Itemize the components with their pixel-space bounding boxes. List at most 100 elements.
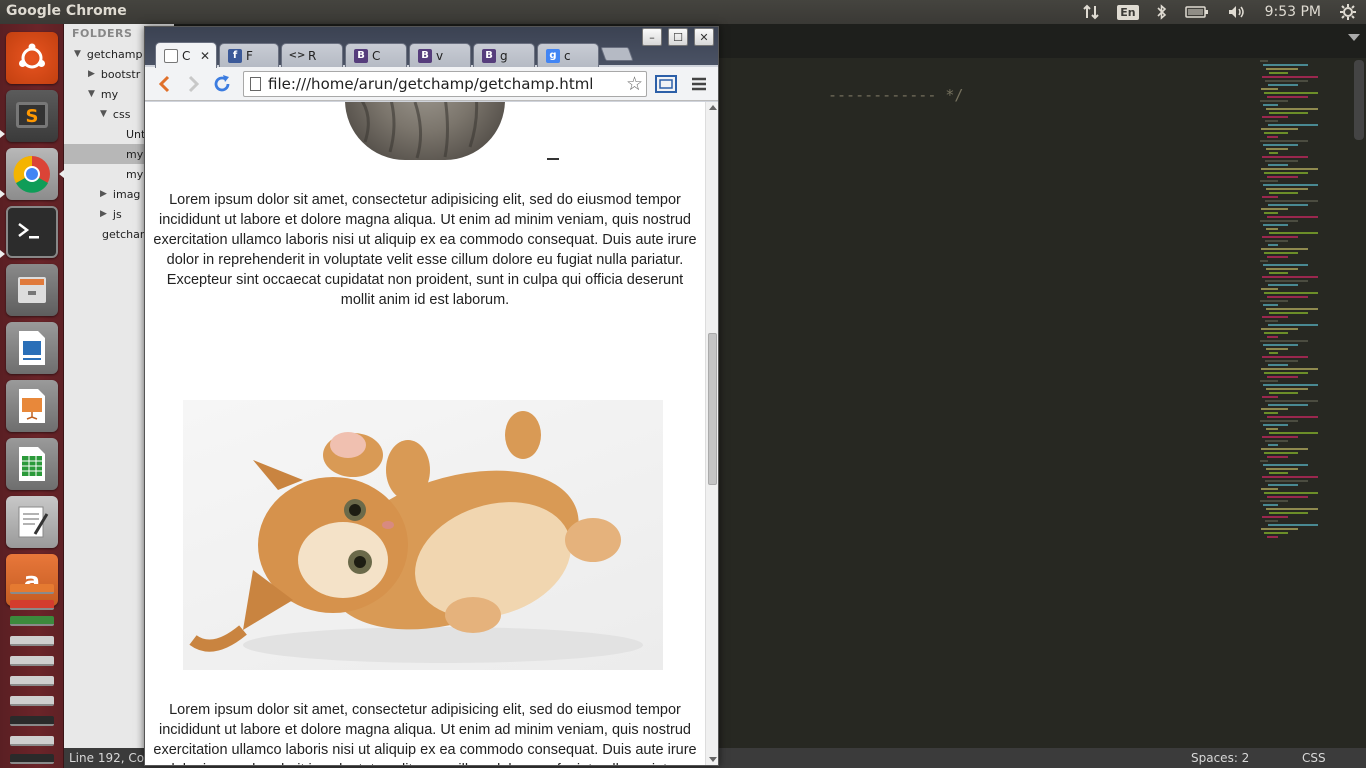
bluetooth-icon[interactable] bbox=[1157, 4, 1167, 20]
minimap-line bbox=[1269, 392, 1298, 394]
tree-file[interactable]: my bbox=[126, 164, 143, 184]
terminal-icon[interactable] bbox=[6, 206, 58, 258]
launcher-stacked-item[interactable] bbox=[10, 754, 54, 764]
tree-file[interactable]: getchar bbox=[102, 224, 144, 244]
scrollbar-thumb[interactable] bbox=[708, 333, 717, 485]
editor-scrollbar[interactable] bbox=[1354, 60, 1364, 140]
bookmark-star-icon[interactable]: ☆ bbox=[626, 73, 643, 95]
minimap-line bbox=[1262, 76, 1318, 78]
scroll-down-icon[interactable] bbox=[709, 757, 717, 762]
minimize-button[interactable]: – bbox=[642, 28, 662, 46]
ubuntu-dash-icon[interactable] bbox=[6, 32, 58, 84]
tree-folder[interactable]: ▶ bootstr bbox=[88, 64, 140, 84]
clock[interactable]: 9:53 PM bbox=[1265, 4, 1321, 20]
tree-folder[interactable]: ▼ css bbox=[100, 104, 130, 124]
back-arrow-icon[interactable] bbox=[153, 73, 175, 95]
tab-active[interactable]: C ✕ bbox=[155, 42, 217, 68]
minimap-line bbox=[1260, 500, 1288, 502]
tab[interactable]: B g bbox=[473, 43, 535, 67]
chrome-icon[interactable] bbox=[6, 148, 58, 200]
text-editor-icon[interactable] bbox=[6, 496, 58, 548]
launcher-stacked-item[interactable] bbox=[10, 584, 54, 594]
launcher-stacked-item[interactable] bbox=[10, 636, 54, 646]
minimap-line bbox=[1263, 384, 1318, 386]
scroll-up-icon[interactable] bbox=[709, 105, 717, 110]
launcher-stacked-item[interactable] bbox=[10, 716, 54, 726]
minimap-line bbox=[1269, 272, 1288, 274]
minimap-line bbox=[1264, 132, 1288, 134]
status-indentation[interactable]: Spaces: 2 bbox=[1191, 751, 1249, 765]
page-scrollbar[interactable] bbox=[705, 102, 718, 765]
minimap-line bbox=[1267, 296, 1308, 298]
tree-folder[interactable]: ▼ getchamp bbox=[74, 44, 142, 64]
minimap-line bbox=[1266, 108, 1318, 110]
sublime-text-icon[interactable]: S bbox=[6, 90, 58, 142]
grey-cat-photo bbox=[345, 102, 505, 160]
reload-icon[interactable] bbox=[211, 73, 233, 95]
file-manager-icon[interactable] bbox=[6, 264, 58, 316]
launcher-stacked-item[interactable] bbox=[10, 656, 54, 666]
settings-gear-icon[interactable] bbox=[1339, 3, 1357, 21]
tab[interactable]: g c bbox=[537, 43, 599, 67]
minimap-line bbox=[1265, 320, 1278, 322]
fullscreen-icon[interactable] bbox=[655, 73, 677, 95]
tab[interactable]: B C bbox=[345, 43, 407, 67]
minimap-line bbox=[1261, 288, 1278, 290]
tab-dropdown-icon[interactable] bbox=[1348, 34, 1360, 41]
tree-label: getchamp bbox=[86, 47, 143, 61]
minimap-line bbox=[1269, 352, 1278, 354]
libreoffice-impress-icon[interactable] bbox=[6, 380, 58, 432]
page-viewport[interactable]: Lorem ipsum dolor sit amet, consectetur … bbox=[145, 102, 705, 765]
minimap-line bbox=[1263, 344, 1298, 346]
indicator-area: En 9:53 PM bbox=[1074, 0, 1366, 24]
launcher-stacked-item[interactable] bbox=[10, 616, 54, 626]
minimap-line bbox=[1266, 388, 1308, 390]
close-tab-icon[interactable]: ✕ bbox=[200, 49, 210, 63]
battery-icon[interactable] bbox=[1184, 5, 1209, 19]
running-indicator bbox=[0, 250, 5, 258]
maximize-button[interactable]: ☐ bbox=[668, 28, 688, 46]
launcher-stacked-item[interactable] bbox=[10, 696, 54, 706]
minimap-line bbox=[1267, 216, 1318, 218]
minimap-line bbox=[1262, 436, 1298, 438]
tab-label: g bbox=[500, 48, 508, 63]
minimap[interactable] bbox=[1260, 60, 1340, 560]
minimap-line bbox=[1267, 96, 1308, 98]
tab[interactable]: B v bbox=[409, 43, 471, 67]
tree-folder[interactable]: ▼ my bbox=[88, 84, 118, 104]
tree-file[interactable]: Unt bbox=[126, 124, 145, 144]
code-icon: <> bbox=[288, 50, 306, 61]
libreoffice-writer-icon[interactable] bbox=[6, 322, 58, 374]
bootstrap-icon: B bbox=[354, 48, 368, 63]
minimap-line bbox=[1260, 300, 1288, 302]
tree-label: getchar bbox=[102, 227, 145, 241]
address-bar[interactable]: file:///home/arun/getchamp/getchamp.html… bbox=[243, 71, 647, 97]
launcher-stacked-item[interactable] bbox=[10, 676, 54, 686]
status-syntax[interactable]: CSS bbox=[1302, 751, 1326, 765]
expanded-arrow-icon: ▼ bbox=[74, 49, 81, 59]
google-icon: g bbox=[546, 48, 560, 63]
tab[interactable]: <> R bbox=[281, 43, 343, 67]
orange-kitten-photo bbox=[183, 400, 663, 670]
software-center-icon[interactable]: a bbox=[6, 554, 58, 606]
forward-arrow-icon[interactable] bbox=[183, 73, 205, 95]
tab[interactable]: f F bbox=[219, 43, 279, 67]
new-tab-button[interactable] bbox=[600, 47, 634, 61]
expanded-arrow-icon: ▼ bbox=[100, 109, 107, 119]
launcher-stacked-item[interactable] bbox=[10, 736, 54, 746]
menu-hamburger-icon[interactable] bbox=[688, 73, 710, 95]
volume-icon[interactable] bbox=[1227, 4, 1247, 20]
svg-text:S: S bbox=[26, 106, 39, 127]
minimap-line bbox=[1266, 348, 1288, 350]
tree-folder[interactable]: ▶ js bbox=[100, 204, 122, 224]
keyboard-language-indicator[interactable]: En bbox=[1117, 4, 1139, 20]
minimap-line bbox=[1261, 128, 1298, 130]
launcher-stacked-item[interactable] bbox=[10, 600, 54, 610]
tab-label: C bbox=[182, 48, 191, 63]
minimap-line bbox=[1262, 276, 1318, 278]
libreoffice-calc-icon[interactable] bbox=[6, 438, 58, 490]
close-button[interactable]: ✕ bbox=[694, 28, 714, 46]
tree-folder[interactable]: ▶ imag bbox=[100, 184, 140, 204]
network-updown-icon[interactable] bbox=[1083, 4, 1099, 20]
minimap-line bbox=[1261, 448, 1308, 450]
